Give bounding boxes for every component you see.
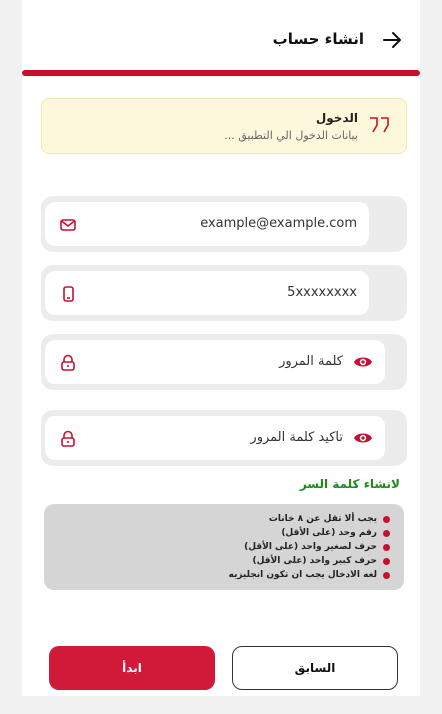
bullet-icon [383,529,390,537]
email-field[interactable]: example@example.com [41,196,407,252]
rule-item: رقم وحد (على الأقل) [44,526,390,540]
mail-icon [60,219,76,231]
bullet-icon [383,571,390,579]
confirm-password-input[interactable]: تاكيد كلمة المرور [45,416,385,460]
back-arrow-icon[interactable] [382,30,402,50]
email-value: example@example.com [200,216,357,231]
phone-input[interactable]: 5xxxxxxxx [45,271,369,315]
rule-item: لغه الادخال يجب ان تكون انجليزيه [44,568,390,582]
header: انشاء حساب [22,0,420,70]
start-button[interactable]: ابدأ [49,646,215,690]
rule-text: يجب ألا تقل عن ٨ خانات [268,514,377,524]
info-card-title: الدخول [315,111,358,125]
confirm-password-placeholder: تاكيد كلمة المرور [250,430,343,445]
lock-icon [61,430,75,447]
bullet-icon [383,557,390,565]
eye-icon[interactable] [353,353,373,371]
info-card-subtitle: بيانات الدخول الي التطبيق ... [224,129,358,142]
bullet-icon [383,543,390,551]
login-info-card: الدخول بيانات الدخول الي التطبيق ... [41,98,407,154]
password-field[interactable]: كلمة المرور [41,334,407,390]
eye-icon[interactable] [353,429,373,447]
page-title: انشاء حساب [272,30,364,48]
rule-text: حرف كبير واحد (على الأقل) [252,556,377,566]
rule-text: لغه الادخال يجب ان تكون انجليزيه [228,570,378,580]
password-input[interactable]: كلمة المرور [45,340,385,384]
confirm-password-field[interactable]: تاكيد كلمة المرور [41,410,407,466]
previous-button[interactable]: السابق [232,646,398,690]
rule-text: حرف لصغير واحد (على الأقل) [244,542,377,552]
rule-item: يجب ألا تقل عن ٨ خانات [44,512,390,526]
phone-value: 5xxxxxxxx [287,285,357,300]
phone-icon [63,286,74,302]
password-placeholder: كلمة المرور [279,354,343,369]
lock-icon [61,354,75,371]
bullet-icon [383,515,390,523]
rule-item: حرف لصغير واحد (على الأقل) [44,540,390,554]
rule-text: رقم وحد (على الأقل) [281,528,377,538]
password-rules-title: لانشاء كلمة السر [299,477,400,491]
email-input[interactable]: example@example.com [45,202,369,246]
signup-screen: انشاء حساب الدخول بيانات الدخول الي التط… [22,0,420,696]
password-rules-box: يجب ألا تقل عن ٨ خانات رقم وحد (على الأق… [44,504,404,590]
rule-item: حرف كبير واحد (على الأقل) [44,554,390,568]
progress-bar [22,70,420,76]
phone-field[interactable]: 5xxxxxxxx [41,265,407,321]
quote-icon [370,117,389,133]
